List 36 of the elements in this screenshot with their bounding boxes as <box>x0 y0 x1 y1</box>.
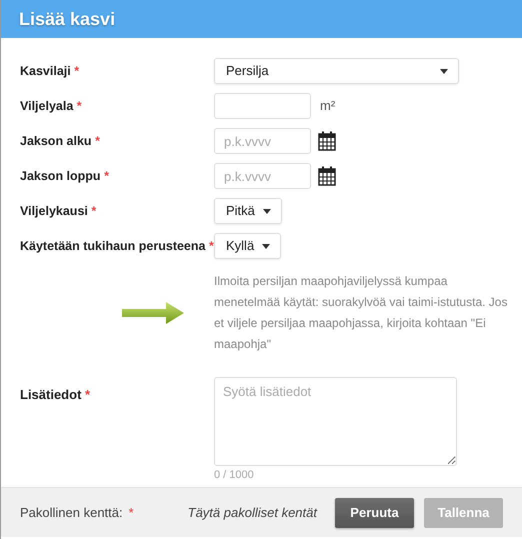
calendar-icon[interactable] <box>318 166 336 186</box>
date-field[interactable]: p.k.vvvv <box>214 163 311 189</box>
field-label: Lisätiedot <box>20 387 82 402</box>
calendar-icon[interactable] <box>318 131 336 151</box>
required-mark: * <box>128 504 134 522</box>
cancel-button[interactable]: Peruuta <box>335 498 414 528</box>
status-text: Täytä pakolliset kentät <box>188 504 317 522</box>
date-field[interactable]: p.k.vvvv <box>214 128 311 154</box>
hint-text: Ilmoita persiljan maapohjaviljelyssä kumpaa menetelmää käytät: suorakylvöä vai taimi-istutusta. Jos et viljele persiljaa maapohjassa, kirjoita kohtaan "Ei maapohja" <box>214 273 508 353</box>
field-label: Kasvilaji <box>20 64 71 78</box>
caret-icon <box>440 68 448 74</box>
notes-field[interactable]: Syötä lisätiedot <box>214 377 457 466</box>
field-label: Jakson loppu <box>20 168 101 183</box>
field-label: Viljelykausi <box>20 204 88 218</box>
caret-icon <box>262 244 270 248</box>
required-mark: * <box>85 387 90 402</box>
unit-label: m² <box>320 97 336 116</box>
required-mark: * <box>76 98 82 113</box>
character-counter: 0 / 1000 <box>214 468 255 483</box>
window-title: Lisää kasvi <box>19 8 116 30</box>
required-mark: * <box>95 134 100 148</box>
dropdown[interactable]: Pitkä <box>214 198 282 224</box>
field-label: Viljelyala <box>20 98 74 113</box>
required-mark: * <box>91 204 96 218</box>
required-mark: * <box>208 238 214 253</box>
arrow-icon <box>122 302 184 324</box>
legend-text: Pakollinen kenttä: <box>20 504 123 522</box>
save-button: Tallenna <box>424 498 503 528</box>
field-label: Käytetään tukihaun perusteena <box>20 238 206 253</box>
required-mark: * <box>74 64 80 78</box>
required-mark: * <box>104 168 109 183</box>
dropdown[interactable]: Kyllä <box>214 233 282 259</box>
dropdown[interactable]: Persilja <box>214 58 459 84</box>
field-label: Jakson alku <box>20 134 92 148</box>
input-field[interactable] <box>214 93 311 119</box>
caret-icon <box>262 208 271 214</box>
